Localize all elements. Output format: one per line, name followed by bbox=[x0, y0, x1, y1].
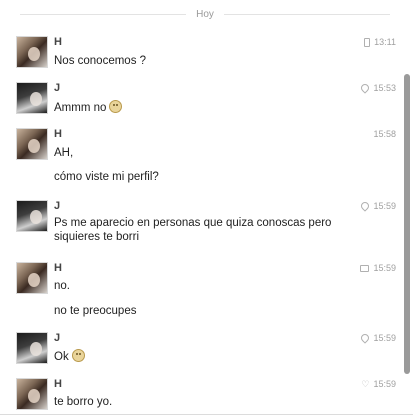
message-meta: 15:58 bbox=[373, 129, 396, 139]
sender-name: J bbox=[54, 82, 61, 94]
message-text: Ammm no bbox=[54, 102, 107, 114]
avatar[interactable] bbox=[16, 82, 48, 114]
message-time: 15:59 bbox=[373, 379, 396, 389]
message-text-wrap: Ammm no bbox=[54, 100, 123, 115]
message-text: no. bbox=[54, 280, 70, 292]
avatar[interactable] bbox=[16, 128, 48, 160]
message-item[interactable]: H ♡ 15:59 te borro yo. bbox=[0, 378, 400, 412]
message-meta: 13:11 bbox=[364, 37, 396, 47]
heart-icon: ♡ bbox=[361, 379, 370, 389]
message-text: no te preocupes bbox=[54, 305, 137, 317]
message-item[interactable]: J 15:59 Ok bbox=[0, 332, 400, 366]
divider-line bbox=[20, 13, 187, 15]
message-time: 15:59 bbox=[373, 333, 396, 343]
message-time: 13:11 bbox=[374, 37, 396, 47]
sender-name: H bbox=[54, 262, 62, 274]
smiley-icon bbox=[71, 349, 85, 362]
message-meta: 15:59 bbox=[359, 200, 396, 212]
message-item[interactable]: H 15:58 AH, cómo viste mi perfil? bbox=[0, 128, 400, 190]
message-item[interactable]: J 15:53 Ammm no bbox=[0, 82, 400, 116]
location-pin-icon bbox=[359, 200, 372, 212]
message-meta: 15:59 bbox=[359, 332, 396, 344]
divider-line bbox=[223, 13, 391, 15]
message-text: Ps me aparecio en personas que quiza con… bbox=[54, 217, 332, 243]
message-text: te borro yo. bbox=[54, 396, 113, 408]
sender-name: J bbox=[54, 332, 61, 344]
avatar[interactable] bbox=[16, 262, 48, 294]
phone-icon bbox=[364, 37, 371, 47]
avatar[interactable] bbox=[16, 378, 48, 410]
message-text: Nos conocemos ? bbox=[54, 55, 147, 67]
message-item[interactable]: H 13:11 Nos conocemos ? bbox=[0, 36, 400, 70]
message-text-wrap: Ok bbox=[54, 349, 85, 364]
avatar[interactable] bbox=[16, 200, 48, 232]
sender-name: H bbox=[54, 36, 62, 48]
sender-name: J bbox=[54, 200, 61, 212]
message-text: cómo viste mi perfil? bbox=[54, 171, 159, 183]
message-meta: 15:59 bbox=[360, 263, 396, 273]
chat-icon bbox=[360, 264, 370, 272]
message-text: AH, bbox=[54, 147, 74, 159]
day-label: Hoy bbox=[196, 8, 214, 20]
sender-name: H bbox=[54, 128, 62, 140]
avatar[interactable] bbox=[16, 332, 48, 364]
location-pin-icon bbox=[359, 82, 372, 94]
sender-name: H bbox=[54, 378, 62, 390]
location-pin-icon bbox=[359, 332, 372, 344]
message-time: 15:59 bbox=[373, 263, 396, 273]
message-item[interactable]: H 15:59 no. no te preocupes bbox=[0, 262, 400, 322]
message-time: 15:58 bbox=[373, 129, 396, 139]
message-time: 15:53 bbox=[373, 83, 396, 93]
message-meta: ♡ 15:59 bbox=[361, 379, 396, 389]
scrollbar[interactable] bbox=[404, 74, 410, 374]
message-text: Ok bbox=[54, 351, 69, 363]
message-item[interactable]: J 15:59 Ps me aparecio en personas que q… bbox=[0, 200, 400, 250]
avatar[interactable] bbox=[16, 36, 48, 68]
day-divider: Hoy bbox=[20, 6, 391, 22]
message-meta: 15:53 bbox=[359, 82, 396, 94]
smiley-icon bbox=[109, 100, 123, 113]
bottom-divider bbox=[0, 414, 413, 415]
message-time: 15:59 bbox=[373, 201, 396, 211]
